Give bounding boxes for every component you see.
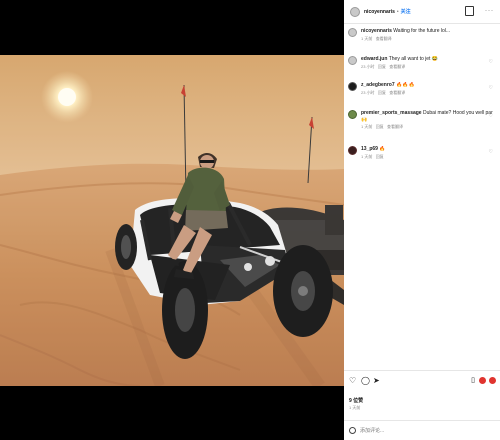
commenter-username[interactable]: edward.jun xyxy=(361,56,387,62)
reply-link[interactable]: 回复 xyxy=(378,90,386,95)
commenter-avatar[interactable] xyxy=(348,110,357,119)
save-icon[interactable]: ▯ xyxy=(471,377,475,385)
comments-list: nicoyennaris Waiting for the future lol.… xyxy=(344,26,500,366)
comment-item: premier_sports_massage Dubai mate? Hood … xyxy=(348,110,496,131)
commenter-username[interactable]: 13_p69 xyxy=(361,146,378,152)
caption-text: nicoyennaris Waiting for the future lol.… xyxy=(361,28,496,35)
comment-time: 1 天前 xyxy=(361,124,373,129)
comment-item: edward.jun They all want to jet 😂 23 小时 … xyxy=(348,56,496,70)
card-icon[interactable] xyxy=(465,6,474,16)
add-comment-input[interactable]: 添加评论... xyxy=(360,427,384,434)
like-icon[interactable]: ♡ xyxy=(349,377,356,385)
translate-link[interactable]: 查看翻译 xyxy=(389,64,405,69)
post-media[interactable] xyxy=(0,55,344,386)
like-comment-icon[interactable]: ♡ xyxy=(489,113,493,119)
more-options-icon[interactable]: ··· xyxy=(485,8,494,14)
emoji-icon[interactable] xyxy=(349,427,356,434)
comment-body: 🔥 xyxy=(379,146,386,152)
reply-link[interactable]: 回复 xyxy=(378,64,386,69)
reply-link[interactable]: 回复 xyxy=(376,154,384,159)
post-actions: ♡ ◯ ➤ ▯ 9 位赞 1 天前 xyxy=(344,370,500,421)
reply-link[interactable]: 回复 xyxy=(376,124,384,129)
separator-dot: • xyxy=(396,8,399,15)
comment-time: 23 小时 xyxy=(361,89,375,95)
caption: nicoyennaris Waiting for the future lol.… xyxy=(348,28,496,42)
reaction-icon[interactable] xyxy=(479,377,486,384)
commenter-username[interactable]: z_adegbenro7 xyxy=(361,82,395,88)
comment-text: premier_sports_massage Dubai mate? Hood … xyxy=(361,110,496,123)
comment-meta: 23 小时 回复 查看翻译 xyxy=(361,64,496,71)
comment-meta: 1 天前 回复 xyxy=(361,154,496,161)
comment-meta: 1 天前 回复 查看翻译 xyxy=(361,124,496,131)
desert-photo xyxy=(0,55,344,386)
caption-body: Waiting for the future lol... xyxy=(393,28,451,34)
comment-time: 1 天前 xyxy=(361,153,373,159)
comment-body: They all want to jet 😂 xyxy=(388,56,439,62)
post-sidebar: nicoyennaris • 关注 ··· nicoyennaris Waiti… xyxy=(344,0,500,440)
author-username[interactable]: nicoyennaris xyxy=(364,9,395,15)
caption-username[interactable]: nicoyennaris xyxy=(361,28,392,34)
post-time: 1 天前 xyxy=(349,405,361,410)
caption-time: 1 天前 xyxy=(361,35,373,41)
translate-link[interactable]: 查看翻译 xyxy=(389,90,405,95)
commenter-avatar[interactable] xyxy=(348,56,357,65)
comment-body: 🔥🔥🔥 xyxy=(396,82,415,88)
comment-text: z_adegbenro7 🔥🔥🔥 xyxy=(361,82,496,89)
comment-item: 13_p69 🔥 1 天前 回复 ♡ xyxy=(348,146,496,160)
like-comment-icon[interactable]: ♡ xyxy=(489,59,493,65)
comment-item: z_adegbenro7 🔥🔥🔥 23 小时 回复 查看翻译 ♡ xyxy=(348,82,496,96)
comment-time: 23 小时 xyxy=(361,63,375,69)
caption-translate[interactable]: 查看翻译 xyxy=(376,36,392,41)
caption-meta: 1 天前 查看翻译 xyxy=(361,36,496,43)
likes-count[interactable]: 9 位赞 xyxy=(349,397,363,404)
comment-icon[interactable]: ◯ xyxy=(361,377,370,385)
translate-link[interactable]: 查看翻译 xyxy=(387,124,403,129)
author-avatar[interactable] xyxy=(350,6,360,17)
comment-text: edward.jun They all want to jet 😂 xyxy=(361,56,496,63)
reaction-icon[interactable] xyxy=(489,377,496,384)
caption-avatar[interactable] xyxy=(348,28,357,37)
commenter-avatar[interactable] xyxy=(348,146,357,155)
commenter-avatar[interactable] xyxy=(348,82,357,91)
add-comment-bar: 添加评论... xyxy=(344,420,500,440)
post-header: nicoyennaris • 关注 ··· xyxy=(344,0,500,24)
post-frame: nicoyennaris • 关注 ··· nicoyennaris Waiti… xyxy=(0,0,500,440)
like-comment-icon[interactable]: ♡ xyxy=(489,85,493,91)
comment-text: 13_p69 🔥 xyxy=(361,146,496,153)
follow-button[interactable]: 关注 xyxy=(401,8,411,15)
share-icon[interactable]: ➤ xyxy=(373,377,380,385)
like-comment-icon[interactable]: ♡ xyxy=(489,149,493,155)
comment-meta: 23 小时 回复 查看翻译 xyxy=(361,90,496,97)
commenter-username[interactable]: premier_sports_massage xyxy=(361,110,422,116)
